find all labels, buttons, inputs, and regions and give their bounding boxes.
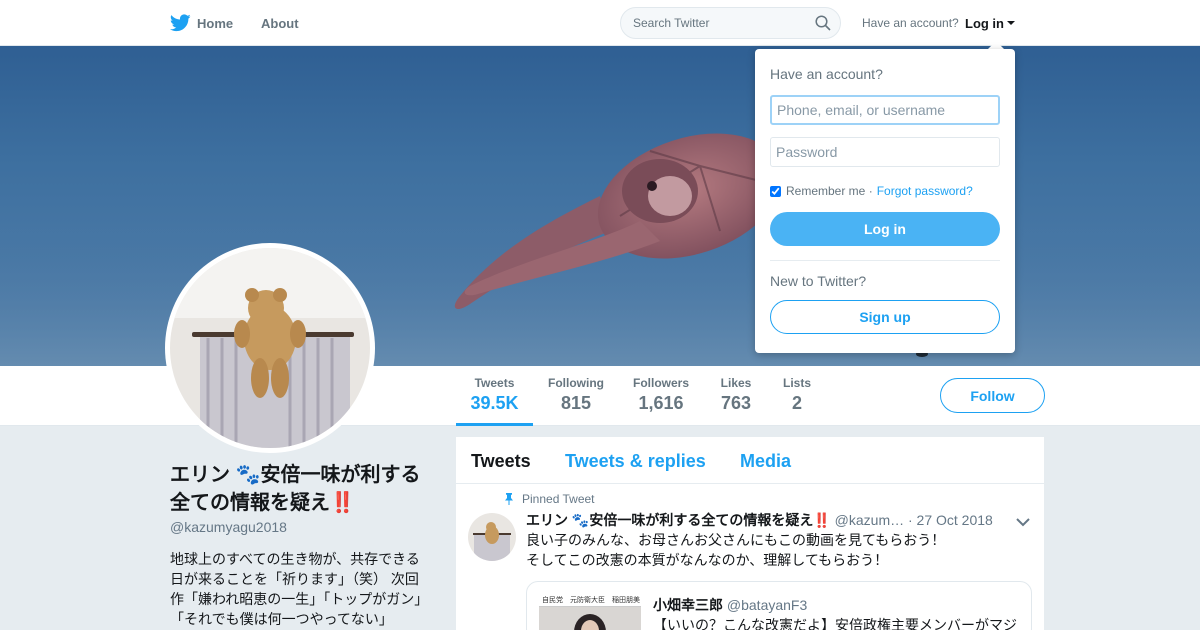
tweet-date[interactable]: · 27 Oct 2018 — [908, 512, 993, 528]
timeline-tabs: Tweets Tweets & replies Media — [456, 437, 1044, 484]
quoted-author-handle: @batayanF3 — [726, 597, 808, 613]
stat-followers-label: Followers — [632, 376, 689, 390]
tweet-text: 良い子のみんな、お母さんお父さんにもこの動画を見てもらおう！ そしてこの改憲の本… — [526, 530, 1026, 570]
stat-lists-label: Lists — [782, 376, 811, 390]
quoted-author-name: 小畑幸三郎 — [653, 597, 723, 613]
follow-button[interactable]: Follow — [940, 378, 1045, 413]
stat-following[interactable]: Following 815 — [541, 376, 611, 426]
stat-tweets-value: 39.5K — [470, 393, 519, 413]
remember-me-label[interactable]: Remember me — [786, 184, 865, 198]
login-dropdown-toggle[interactable]: Log in — [965, 0, 1015, 46]
tweet-avatar[interactable] — [468, 513, 516, 561]
password-field[interactable] — [770, 137, 1000, 167]
pinned-tweet-indicator: Pinned Tweet — [504, 492, 595, 506]
pinned-label: Pinned Tweet — [522, 492, 595, 506]
have-account-text: Have an account? — [862, 16, 959, 30]
nav-home-label: Home — [197, 15, 234, 31]
stat-following-value: 815 — [560, 393, 592, 413]
profile-avatar[interactable] — [165, 243, 375, 453]
twitter-bird-icon — [170, 14, 191, 32]
stat-likes-value: 763 — [720, 393, 752, 413]
dropdown-title: Have an account? — [770, 66, 883, 82]
login-button[interactable]: Log in — [770, 212, 1000, 246]
remember-me-checkbox[interactable] — [770, 185, 781, 197]
profile-handle[interactable]: @kazumyagu2018 — [170, 519, 287, 535]
pin-icon — [505, 493, 513, 505]
stat-followers[interactable]: Followers 1,616 — [626, 376, 696, 426]
stat-followers-value: 1,616 — [638, 393, 684, 413]
stat-tweets[interactable]: Tweets 39.5K — [456, 376, 533, 426]
stat-lists-value: 2 — [791, 393, 802, 413]
username-field[interactable] — [770, 95, 1000, 125]
nav-home-link[interactable]: Home — [170, 0, 233, 46]
stat-lists[interactable]: Lists 2 — [775, 376, 819, 426]
login-dropdown: Have an account? Remember me · Forgot pa… — [755, 49, 1015, 353]
tweet-author-handle[interactable]: @kazum… — [835, 512, 904, 528]
tab-tweets[interactable]: Tweets — [471, 451, 531, 472]
quoted-tweet-text: 【いいの？こんな改憲だよ】安倍政権主要メンバーがマジ — [653, 617, 1017, 630]
dropdown-arrow — [988, 41, 1004, 49]
profile-name: エリン 🐾安倍一味が利する全ての情報を疑え‼️ — [170, 464, 421, 514]
new-to-twitter-text: New to Twitter? — [770, 273, 867, 289]
stat-likes-label: Likes — [720, 376, 752, 390]
tweet-text-line: 良い子のみんな、お母さんお父さんにもこの動画を見てもらおう！ — [526, 532, 946, 548]
search-box — [620, 7, 841, 39]
quoted-tweet-thumbnail: 自民党 元防衛大臣 稲田朋美 — [539, 596, 641, 630]
avatar-image — [170, 248, 370, 448]
stat-tweets-label: Tweets — [474, 376, 515, 390]
tweet-author-name[interactable]: エリン 🐾安倍一味が利する全ての情報を疑え‼️ — [526, 512, 831, 528]
tab-media[interactable]: Media — [740, 451, 791, 472]
stat-following-label: Following — [548, 376, 604, 390]
tweet-text-line: そしてこの改憲の本質がなんなのか、理解してもらおう！ — [526, 552, 889, 568]
search-icon[interactable] — [815, 15, 831, 36]
profile-bio: 地球上のすべての生き物が、共存できる日が来ることを「祈ります」（笑） 次回作「嫌… — [170, 551, 429, 627]
nav-about-link[interactable]: About — [261, 0, 299, 46]
quoted-tweet-author: 小畑幸三郎 @batayanF3 — [653, 595, 807, 615]
search-input[interactable] — [633, 8, 813, 38]
stat-likes[interactable]: Likes 763 — [712, 376, 760, 426]
quoted-tweet[interactable]: 自民党 元防衛大臣 稲田朋美 小畑幸三郎 @batayanF3 【いいの？こんな… — [526, 581, 1032, 630]
dropdown-divider — [770, 260, 1000, 261]
timeline: Tweets Tweets & replies Media Pinned Twe… — [456, 437, 1044, 630]
login-toggle-label: Log in — [965, 15, 1004, 31]
top-navigation-bar: Home About Have an account? Log in — [0, 0, 1200, 46]
tweet-header: エリン 🐾安倍一味が利する全ての情報を疑え‼️ @kazum… · 27 Oct… — [526, 510, 1031, 530]
tab-tweets-and-replies[interactable]: Tweets & replies — [565, 451, 706, 472]
separator-dot: · — [865, 184, 873, 198]
signup-button[interactable]: Sign up — [770, 300, 1000, 334]
remember-me-row: Remember me · Forgot password? — [770, 184, 973, 198]
forgot-password-link[interactable]: Forgot password? — [877, 184, 973, 198]
caret-down-icon — [1007, 21, 1015, 25]
thumbnail-caption: 自民党 元防衛大臣 稲田朋美 — [539, 596, 641, 607]
